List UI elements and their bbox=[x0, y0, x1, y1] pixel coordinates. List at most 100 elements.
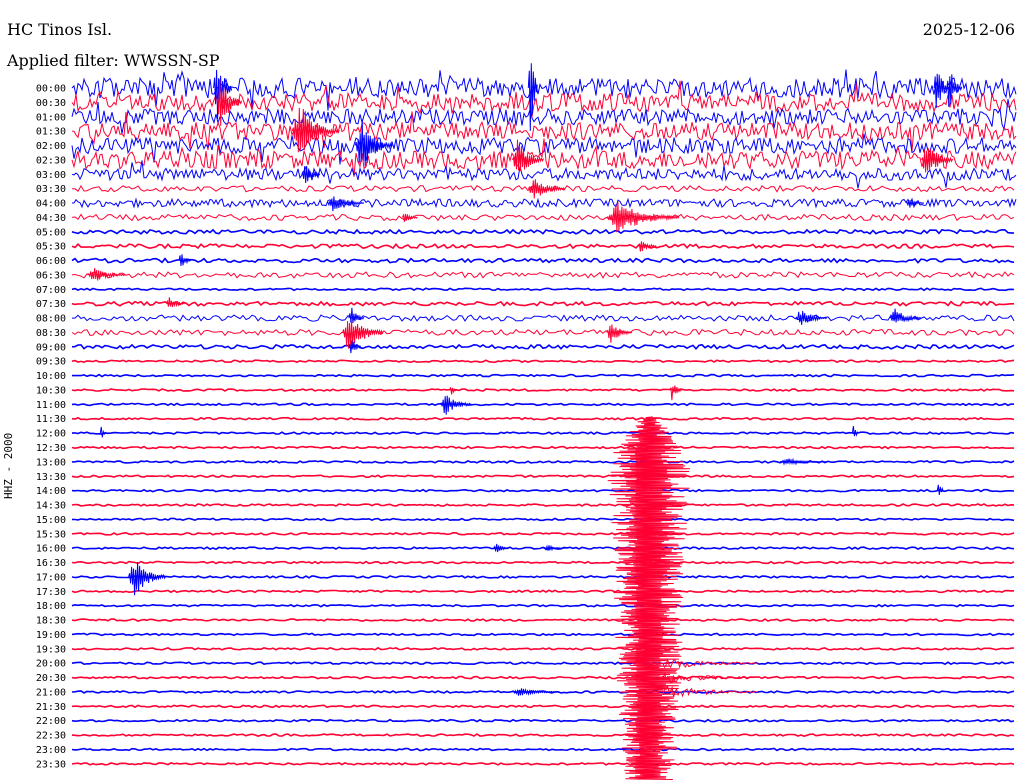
event-waveform bbox=[301, 166, 321, 184]
event-waveform bbox=[439, 395, 472, 415]
major-event-group bbox=[607, 416, 758, 780]
time-label: 23:00 bbox=[36, 745, 66, 756]
trace-line-1330 bbox=[71, 474, 1015, 479]
time-label: 11:00 bbox=[36, 400, 66, 411]
trace-line-1830 bbox=[71, 618, 1015, 622]
time-label: 19:00 bbox=[36, 630, 66, 641]
event-waveform bbox=[637, 241, 657, 252]
time-label: 22:00 bbox=[36, 716, 66, 727]
time-label: 06:00 bbox=[36, 256, 66, 267]
trace-line-0900 bbox=[71, 343, 1015, 351]
trace-line-1500 bbox=[71, 517, 1015, 522]
trace-line-2130 bbox=[71, 704, 1015, 709]
trace-line-0800 bbox=[72, 314, 1015, 322]
event-waveform bbox=[606, 324, 633, 343]
time-label: 23:30 bbox=[36, 759, 66, 770]
event-waveform bbox=[933, 73, 950, 109]
time-label: 18:30 bbox=[36, 616, 66, 627]
trace-line-2300 bbox=[71, 747, 1015, 752]
trace-line-1930 bbox=[71, 646, 1015, 651]
time-label: 11:30 bbox=[36, 414, 66, 425]
time-label: 01:00 bbox=[36, 112, 66, 123]
trace-line-2000 bbox=[71, 661, 1015, 666]
event-waveform bbox=[87, 267, 126, 281]
event-waveform bbox=[669, 385, 683, 401]
time-label: 00:30 bbox=[36, 98, 66, 109]
time-label: 13:30 bbox=[36, 472, 66, 483]
event-waveform bbox=[165, 297, 185, 308]
time-label: 01:30 bbox=[36, 127, 66, 138]
time-label: 04:00 bbox=[36, 199, 66, 210]
time-label: 16:00 bbox=[36, 544, 66, 555]
time-label: 05:00 bbox=[36, 227, 66, 238]
time-label: 15:30 bbox=[36, 529, 66, 540]
trace-line-0930 bbox=[71, 359, 1015, 364]
trace-line-1000 bbox=[72, 373, 1015, 378]
time-label: 07:00 bbox=[36, 285, 66, 296]
time-label: 09:30 bbox=[36, 357, 66, 368]
time-label: 08:30 bbox=[36, 328, 66, 339]
time-label: 02:30 bbox=[36, 155, 66, 166]
time-label: 06:30 bbox=[36, 270, 66, 281]
major-event-coda bbox=[662, 658, 758, 669]
trace-line-1300 bbox=[71, 459, 1015, 464]
time-label: 16:30 bbox=[36, 558, 66, 569]
time-label: 04:30 bbox=[36, 213, 66, 224]
event-waveform bbox=[512, 687, 560, 696]
event-waveform bbox=[527, 63, 538, 131]
trace-line-0730 bbox=[71, 300, 1014, 307]
time-label: 03:30 bbox=[36, 184, 66, 195]
event-waveform bbox=[326, 196, 365, 212]
event-waveform bbox=[851, 425, 859, 437]
time-label: 08:00 bbox=[36, 314, 66, 325]
time-label: 12:00 bbox=[36, 429, 66, 440]
time-label: 17:30 bbox=[36, 587, 66, 598]
trace-line-0830 bbox=[71, 328, 1015, 337]
trace-line-1700 bbox=[71, 575, 1015, 579]
time-label: 22:30 bbox=[36, 731, 66, 742]
trace-line-2200 bbox=[71, 718, 1015, 723]
trace-line-1630 bbox=[71, 560, 1015, 565]
trace-line-0700 bbox=[71, 287, 1015, 292]
time-label: 15:00 bbox=[36, 515, 66, 526]
trace-line-2230 bbox=[71, 733, 1015, 737]
trace-line-0430 bbox=[71, 213, 1015, 222]
time-label: 07:30 bbox=[36, 299, 66, 310]
trace-line-1430 bbox=[71, 503, 1015, 507]
time-label: 21:00 bbox=[36, 688, 66, 699]
time-label: 12:30 bbox=[36, 443, 66, 454]
time-label: 02:00 bbox=[36, 141, 66, 152]
time-label-group: 00:00 00:30 01:00 01:30 02:00 02:30 03:00 03:30… bbox=[36, 84, 66, 771]
event-waveform bbox=[401, 213, 418, 222]
trace-line-1230 bbox=[71, 445, 1014, 450]
trace-line-0000 bbox=[71, 69, 1017, 111]
trace-line-1730 bbox=[71, 589, 1015, 594]
event-waveform bbox=[795, 310, 827, 326]
trace-line-1900 bbox=[71, 632, 1015, 637]
trace-line-1600 bbox=[71, 546, 1015, 551]
event-waveform bbox=[527, 179, 566, 199]
trace-line-1100 bbox=[71, 402, 1015, 407]
trace-line-0200 bbox=[71, 133, 1017, 165]
trace-line-1200 bbox=[71, 431, 1015, 436]
trace-group bbox=[71, 63, 1017, 766]
trace-line-0530 bbox=[71, 242, 1015, 250]
event-waveform bbox=[99, 426, 107, 438]
event-waveform bbox=[606, 201, 680, 233]
time-label: 21:30 bbox=[36, 702, 66, 713]
time-label: 18:00 bbox=[36, 601, 66, 612]
event-waveform bbox=[128, 561, 167, 596]
trace-line-0630 bbox=[71, 271, 1015, 279]
trace-line-0230 bbox=[71, 138, 1017, 177]
trace-line-1400 bbox=[71, 488, 1015, 493]
time-label: 20:30 bbox=[36, 673, 66, 684]
trace-line-1130 bbox=[71, 416, 1015, 421]
event-waveform bbox=[449, 387, 459, 395]
trace-line-0500 bbox=[71, 228, 1015, 235]
trace-line-1030 bbox=[71, 388, 1015, 392]
time-label: 19:30 bbox=[36, 644, 66, 655]
time-label: 13:00 bbox=[36, 457, 66, 468]
time-label: 09:00 bbox=[36, 342, 66, 353]
trace-line-2330 bbox=[71, 761, 1015, 766]
time-label: 10:30 bbox=[36, 386, 66, 397]
